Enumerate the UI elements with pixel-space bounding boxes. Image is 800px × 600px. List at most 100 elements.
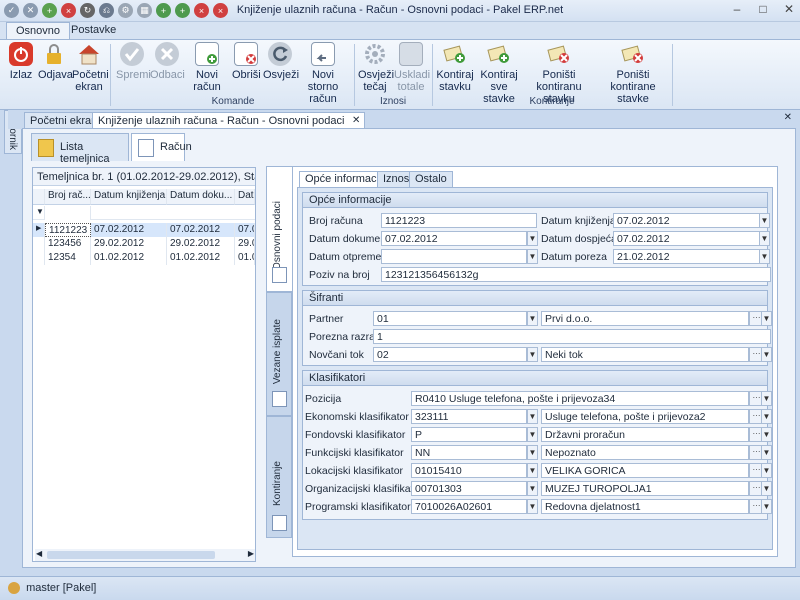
fondovski-name-input[interactable]: Državni proračun (541, 427, 749, 442)
chevron-down-icon[interactable]: ▼ (527, 499, 538, 514)
osvjezi-button[interactable]: Osvježi (263, 42, 299, 81)
pozicija-input[interactable]: R0410 Usluge telefona, pošte i prijevoza… (411, 391, 749, 406)
chevron-down-icon[interactable]: ▼ (527, 445, 538, 460)
odjava-button[interactable]: Odjava (38, 42, 73, 81)
folder-icon (38, 139, 54, 157)
table-row[interactable]: 12354 01.02.2012 01.02.2012 01.02 (33, 251, 255, 265)
group-klasifikatori: Klasifikatori Pozicija R0410 Usluge tele… (302, 370, 772, 520)
col-header[interactable]: Datum doku... (167, 189, 235, 205)
chevron-down-icon[interactable]: ▼ (527, 249, 538, 264)
chevron-down-icon[interactable]: ▼ (761, 499, 772, 514)
chevron-down-icon[interactable]: ▼ (761, 445, 772, 460)
ribbon: Izlaz Odjava Početni ekran Spremi Odbaci… (0, 39, 800, 110)
group-sifranti: Šifranti Partner 01 ▼ Prvi d.o.o. ··· ▼ … (302, 290, 772, 366)
datum-dospijeca-input[interactable]: 07.02.2012 (613, 231, 761, 246)
datum-otpreme-input[interactable] (381, 249, 527, 264)
datum-knjizenja-input[interactable]: 07.02.2012 (613, 213, 761, 228)
chevron-down-icon[interactable]: ▼ (527, 481, 538, 496)
novcani-tok-name-input[interactable]: Neki tok (541, 347, 749, 362)
check-icon (120, 42, 144, 66)
uskladi-totale-button[interactable]: Uskladi totale (394, 42, 430, 93)
partner-name-input[interactable]: Prvi d.o.o. (541, 311, 749, 326)
horizontal-scrollbar[interactable]: ◀ ▶ (35, 549, 255, 561)
chevron-down-icon[interactable]: ▼ (761, 409, 772, 424)
novi-racun-button[interactable]: Novi račun (186, 42, 228, 93)
chevron-down-icon[interactable]: ▼ (761, 463, 772, 478)
chevron-down-icon[interactable]: ▼ (527, 231, 538, 246)
chevron-down-icon[interactable]: ▼ (527, 463, 538, 478)
programski-code-input[interactable]: 7010026A02601 (411, 499, 527, 514)
status-user: master [Pakel] (8, 582, 96, 595)
organizacijski-code-input[interactable]: 00701303 (411, 481, 527, 496)
tab-ostalo[interactable]: Ostalo (409, 171, 453, 187)
user-icon (8, 582, 20, 595)
osvjezi-tecaj-button[interactable]: Osvježi tečaj (358, 42, 394, 93)
chevron-down-icon[interactable]: ▼ (759, 213, 770, 228)
chevron-down-icon[interactable]: ▼ (527, 427, 538, 442)
broj-racuna-input[interactable]: 1121223 (381, 213, 537, 228)
title-bar: ✓ ✕ + × ↻ ⎌ ⚙ ▦ + + × × Knjiženje ulazni… (0, 0, 800, 22)
odbaci-button[interactable]: Odbaci (150, 42, 185, 81)
chevron-down-icon[interactable]: ▼ (527, 311, 538, 326)
funkcijski-code-input[interactable]: NN (411, 445, 527, 460)
subtab-racun[interactable]: Račun (131, 133, 192, 161)
spremi-button[interactable]: Spremi (116, 42, 151, 81)
grid-filter-row[interactable]: ▼ (33, 206, 255, 220)
vtab-osnovni-podaci[interactable]: Osnovni podaci (266, 166, 292, 292)
tab-postavke[interactable]: Postavke (62, 22, 125, 40)
pocetni-ekran-button[interactable]: Početni ekran (72, 42, 109, 93)
izlaz-button[interactable]: Izlaz (8, 42, 34, 81)
programski-name-input[interactable]: Redovna djelatnost1 (541, 499, 749, 514)
subtab-lista-temeljnica[interactable]: Lista temeljnica (31, 133, 129, 165)
gear-icon (363, 42, 387, 66)
status-bar: master [Pakel] (0, 576, 800, 600)
chevron-down-icon[interactable]: ▼ (761, 481, 772, 496)
funkcijski-name-input[interactable]: Nepoznato (541, 445, 749, 460)
porezna-razrada-input[interactable]: 1 (373, 329, 771, 344)
obrisi-button[interactable]: Obriši (232, 42, 261, 81)
ekonomski-name-input[interactable]: Usluge telefona, pošte i prijevoza2 (541, 409, 749, 424)
col-header[interactable]: Datum knjiženja (91, 189, 167, 205)
chevron-down-icon[interactable]: ▼ (761, 347, 772, 362)
fondovski-code-input[interactable]: P (411, 427, 527, 442)
chevron-down-icon[interactable]: ▼ (527, 409, 538, 424)
novcani-tok-code-input[interactable]: 02 (373, 347, 527, 362)
chevron-down-icon[interactable]: ▼ (759, 249, 770, 264)
datum-poreza-input[interactable]: 21.02.2012 (613, 249, 761, 264)
poziv-na-broj-input[interactable]: 123121356456132g (381, 267, 771, 282)
col-header[interactable]: Broj rač... (45, 189, 91, 205)
datum-dokumenta-input[interactable]: 07.02.2012 (381, 231, 527, 246)
form-tab-content: Opće informacije Broj računa 1121223 Dat… (297, 187, 773, 550)
group-iznosi: Iznosi (379, 96, 407, 107)
scroll-left-icon[interactable]: ◀ (36, 549, 42, 558)
chevron-down-icon[interactable]: ▼ (759, 231, 770, 246)
ekonomski-code-input[interactable]: 323111 (411, 409, 527, 424)
vtab-kontiranje[interactable]: Kontiranje (266, 416, 292, 538)
partner-code-input[interactable]: 01 (373, 311, 527, 326)
refresh-icon (268, 42, 292, 66)
scroll-right-icon[interactable]: ▶ (248, 549, 254, 558)
minimize-button[interactable]: – (730, 2, 744, 16)
scroll-thumb[interactable] (47, 551, 215, 559)
post-item-icon (443, 42, 467, 66)
col-header[interactable]: Datum (235, 189, 255, 205)
chevron-down-icon[interactable]: ▼ (761, 311, 772, 326)
cancel-icon (155, 42, 179, 66)
table-row[interactable]: 123456 29.02.2012 29.02.2012 29.02 (33, 237, 255, 251)
close-tab-icon[interactable]: ✕ (352, 115, 360, 126)
lokacijski-name-input[interactable]: VELIKA GORICA (541, 463, 749, 478)
kontiraj-stavku-button[interactable]: Kontiraj stavku (436, 42, 474, 93)
maximize-button[interactable]: □ (756, 2, 770, 16)
new-doc-icon (195, 42, 219, 66)
chevron-down-icon[interactable]: ▼ (527, 347, 538, 362)
close-button[interactable]: ✕ (782, 2, 796, 16)
close-all-icon[interactable]: ✕ (784, 112, 792, 123)
chevron-down-icon[interactable]: ▼ (761, 427, 772, 442)
vtab-vezane-isplate[interactable]: Vezane isplate (266, 292, 292, 416)
lokacijski-code-input[interactable]: 01015410 (411, 463, 527, 478)
group-opce-informacije: Opće informacije Broj računa 1121223 Dat… (302, 192, 771, 286)
table-row[interactable]: ▶ 1121223 07.02.2012 07.02.2012 07.02 (33, 223, 255, 237)
tab-osnovno[interactable]: Osnovno (6, 22, 71, 40)
chevron-down-icon[interactable]: ▼ (761, 391, 772, 406)
organizacijski-name-input[interactable]: MUZEJ TUROPOLJA1 (541, 481, 749, 496)
